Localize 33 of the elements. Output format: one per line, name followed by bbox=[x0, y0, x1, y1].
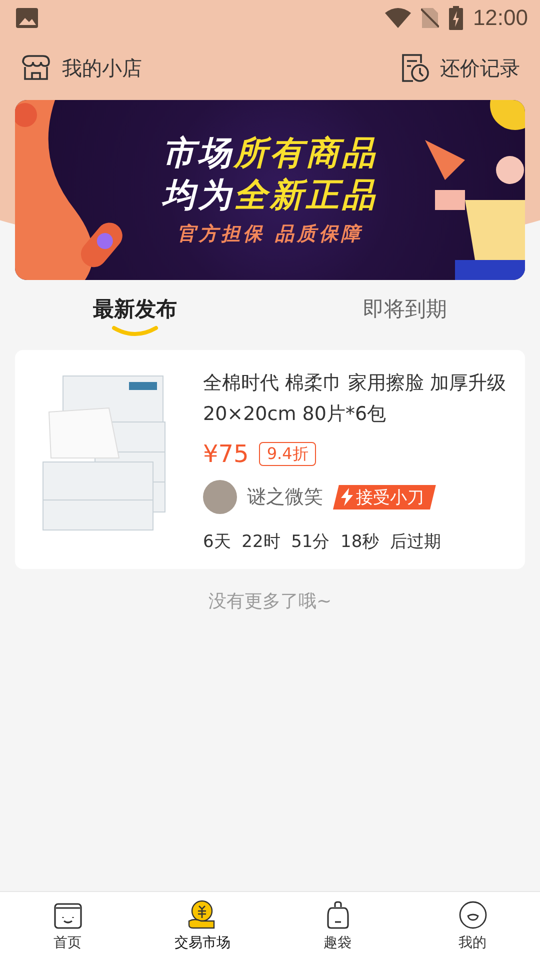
shop-icon bbox=[20, 54, 52, 82]
counteroffer-records-link[interactable]: 还价记录 bbox=[400, 53, 520, 83]
promo-banner[interactable]: 市场所有商品 均为全新正品 官方担保 品质保障 bbox=[15, 100, 525, 280]
document-clock-icon bbox=[400, 53, 430, 83]
coin-hand-icon bbox=[188, 900, 218, 930]
box-face-icon bbox=[52, 900, 82, 930]
tab-underline-icon bbox=[110, 325, 160, 337]
nav-tab[interactable]: 首页 bbox=[0, 892, 135, 960]
banner-headline: 市场所有商品 bbox=[162, 133, 378, 172]
discount-badge: 9.4折 bbox=[258, 442, 316, 466]
seller-avatar bbox=[203, 480, 237, 514]
listing-title: 全棉时代 棉柔巾 家用擦脸 加厚升级 20×20cm 80片*6包 bbox=[203, 371, 508, 427]
nav-tab[interactable]: 交易市场 bbox=[135, 892, 270, 960]
smiley-icon bbox=[458, 900, 488, 930]
listing-card[interactable]: 全棉时代 棉柔巾 家用擦脸 加厚升级 20×20cm 80片*6包 ¥75 9.4折 谜之微笑 接受小刀 6天 22时 51分 18秒 后过期 bbox=[15, 350, 525, 569]
tab[interactable]: 最新发布 bbox=[0, 285, 270, 345]
end-of-list-note: 没有更多了哦~ bbox=[208, 591, 332, 612]
image-icon bbox=[16, 8, 38, 28]
nav-tab[interactable]: 我的 bbox=[405, 892, 540, 960]
expiry-countdown: 6天 22时 51分 18秒 后过期 bbox=[203, 531, 442, 553]
bargain-tag: 接受小刀 bbox=[333, 484, 436, 510]
battery-charging-icon bbox=[448, 6, 463, 30]
banner-headline: 均为全新正品 bbox=[162, 175, 378, 214]
banner-subtitle: 官方担保 品质保障 bbox=[177, 222, 363, 247]
tab[interactable]: 即将到期 bbox=[270, 285, 540, 345]
wifi-icon bbox=[384, 8, 411, 28]
status-time: 12:00 bbox=[472, 5, 528, 31]
no-sim-icon bbox=[420, 7, 439, 29]
listing-price: ¥75 bbox=[203, 440, 249, 468]
nav-tab[interactable]: 趣袋 bbox=[270, 892, 405, 960]
seller-name: 谜之微笑 bbox=[247, 485, 323, 510]
my-shop-link[interactable]: 我的小店 bbox=[20, 54, 142, 82]
lightning-icon bbox=[341, 488, 353, 506]
